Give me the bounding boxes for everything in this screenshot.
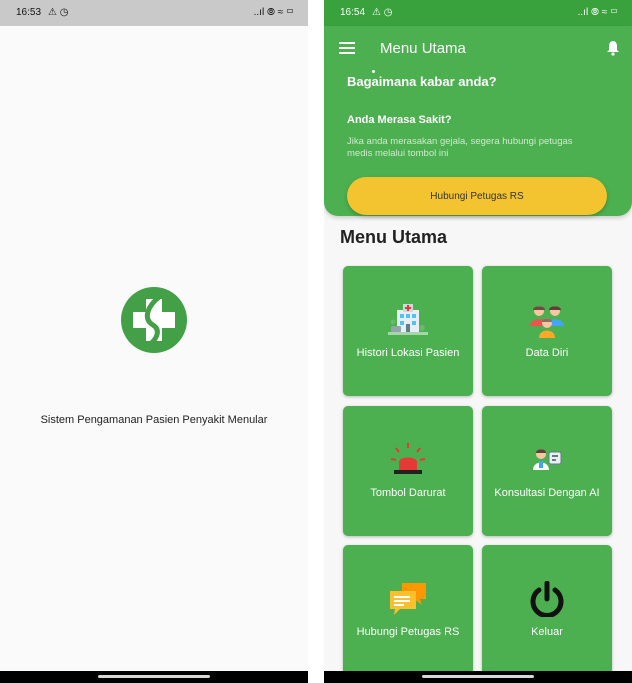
status-system-icons: ..ıl ⦾ ≈ ▭ bbox=[253, 7, 294, 18]
section-title: Menu Utama bbox=[340, 227, 448, 247]
sick-description: Jika anda merasakan gejala, segera hubun… bbox=[347, 136, 573, 159]
power-icon bbox=[530, 580, 564, 618]
tile-label: Data Diri bbox=[525, 347, 569, 359]
menu-tile-tombol-darurat[interactable]: Tombol Darurat bbox=[343, 406, 473, 536]
chat-bubbles-icon bbox=[390, 583, 426, 615]
status-notification-icons: ⚠ ◷ bbox=[48, 7, 69, 18]
status-system-icons: ..ıl ⦾ ≈ ▭ bbox=[577, 7, 618, 18]
status-time: 16:54 bbox=[340, 7, 366, 18]
header-card: Menu Utama Bagaimana kabar anda? Anda Me… bbox=[324, 26, 632, 216]
app-logo-icon bbox=[121, 287, 187, 353]
gesture-bar bbox=[0, 671, 308, 683]
app-tagline: Sistem Pengamanan Pasien Penyakit Menula… bbox=[40, 414, 268, 426]
doctor-chat-icon bbox=[533, 449, 562, 470]
bell-icon[interactable] bbox=[606, 40, 620, 56]
app-bar-title: Menu Utama bbox=[380, 40, 466, 57]
sick-question: Anda Merasa Sakit? bbox=[347, 114, 452, 126]
splash-screen: 16:53 ⚠ ◷ ..ıl ⦾ ≈ ▭ Sistem Pengamanan P… bbox=[0, 0, 308, 683]
tile-label: Histori Lokasi Pasien bbox=[356, 347, 460, 359]
tile-label: Hubungi Petugas RS bbox=[356, 626, 460, 638]
menu-tile-hubungi-petugas[interactable]: Hubungi Petugas RS bbox=[343, 545, 473, 675]
decorative-dot bbox=[372, 70, 375, 73]
menu-tile-histori-lokasi[interactable]: Histori Lokasi Pasien bbox=[343, 266, 473, 396]
hospital-building-icon bbox=[388, 304, 428, 335]
status-time: 16:53 bbox=[16, 7, 42, 18]
greeting-text: Bagaimana kabar anda? bbox=[347, 74, 497, 89]
menu-tile-keluar[interactable]: Keluar bbox=[482, 545, 612, 675]
status-bar: 16:54 ⚠ ◷ ..ıl ⦾ ≈ ▭ bbox=[324, 0, 632, 26]
gesture-bar bbox=[324, 671, 632, 683]
tile-label: Keluar bbox=[531, 626, 563, 638]
status-notification-icons: ⚠ ◷ bbox=[372, 7, 393, 18]
tile-label: Konsultasi Dengan AI bbox=[494, 487, 600, 499]
hamburger-menu-icon[interactable] bbox=[339, 42, 355, 54]
tile-label: Tombol Darurat bbox=[370, 487, 446, 499]
call-staff-button[interactable]: Hubungi Petugas RS bbox=[347, 177, 607, 215]
status-bar: 16:53 ⚠ ◷ ..ıl ⦾ ≈ ▭ bbox=[0, 0, 308, 26]
family-people-icon bbox=[530, 306, 564, 338]
main-menu-screen: 16:54 ⚠ ◷ ..ıl ⦾ ≈ ▭ Menu Utama Bagaiman… bbox=[324, 0, 632, 683]
menu-tile-konsultasi-ai[interactable]: Konsultasi Dengan AI bbox=[482, 406, 612, 536]
menu-tile-data-diri[interactable]: Data Diri bbox=[482, 266, 612, 396]
siren-alarm-icon bbox=[390, 443, 426, 474]
